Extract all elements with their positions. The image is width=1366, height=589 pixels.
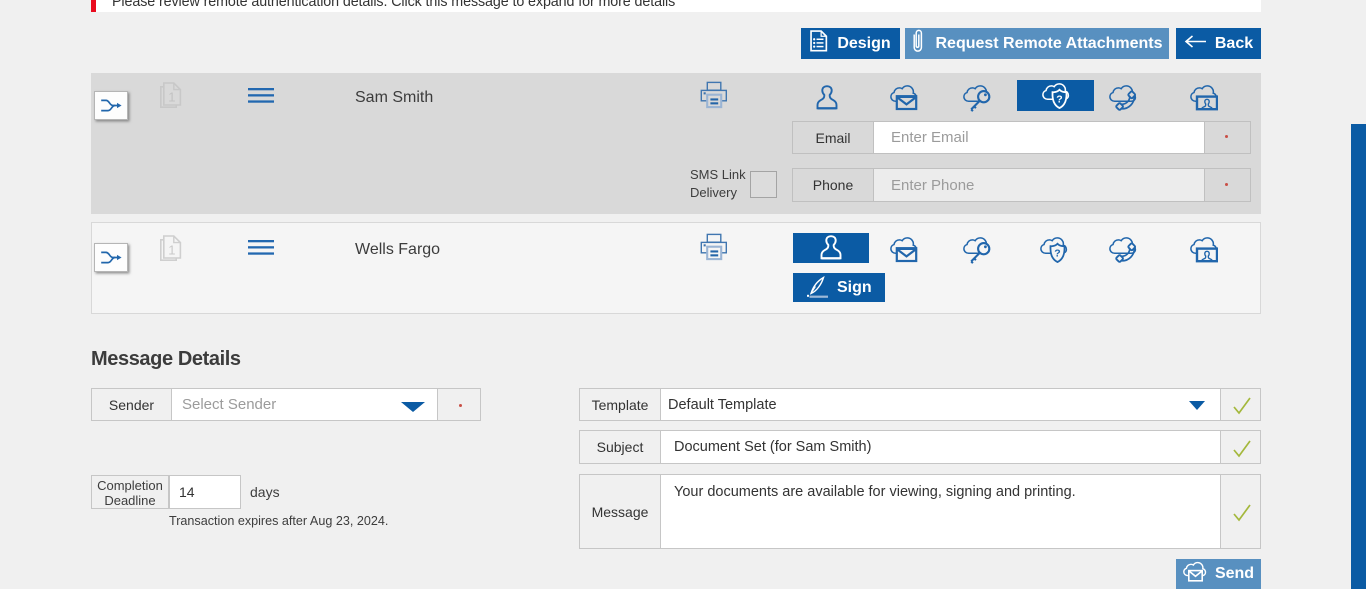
svg-text:1: 1 (168, 242, 175, 257)
svg-text:?: ? (1056, 93, 1062, 105)
svg-text:?: ? (1054, 247, 1060, 259)
svg-text:1: 1 (168, 89, 175, 104)
